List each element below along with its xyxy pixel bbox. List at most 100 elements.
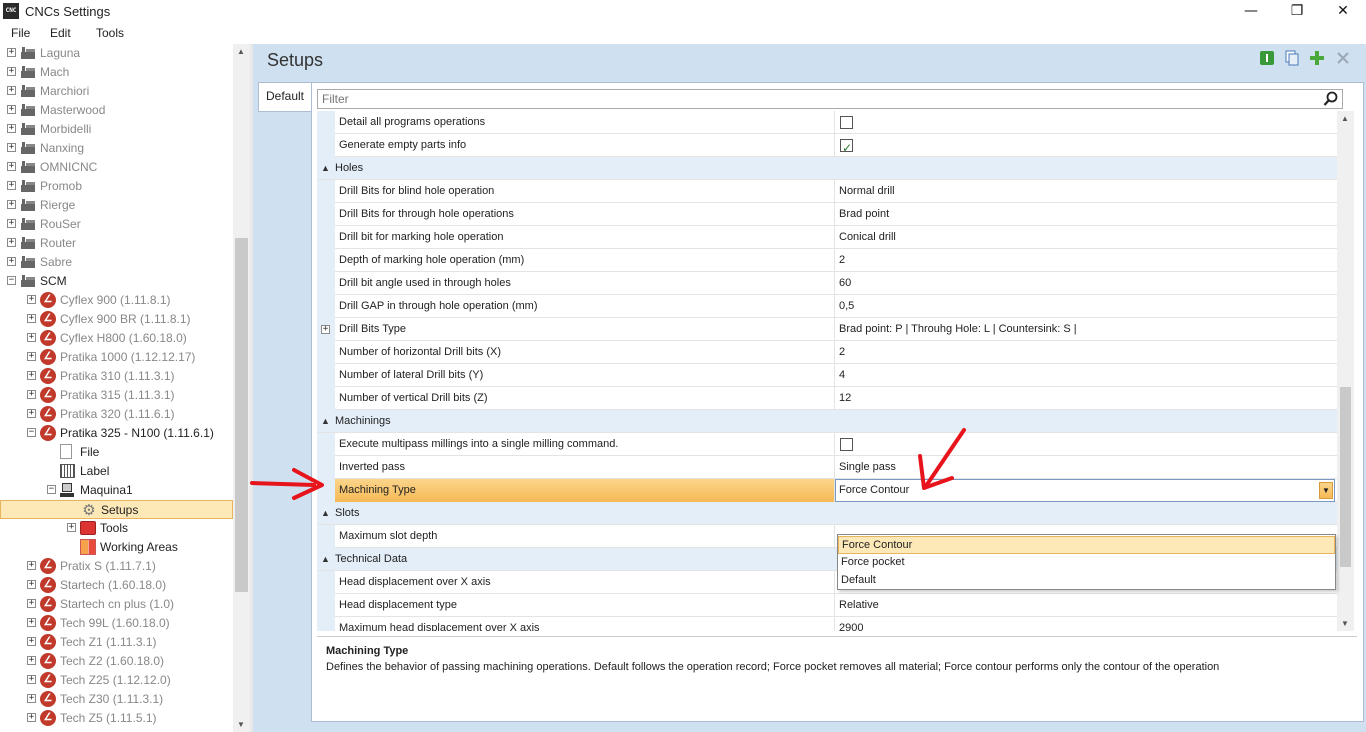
maximize-button[interactable]: ❐ <box>1274 0 1320 23</box>
property-row[interactable]: Drill GAP in through hole operation (mm)… <box>317 295 1337 318</box>
property-category[interactable]: ▲ Holes <box>317 157 1337 180</box>
expand-icon[interactable]: + <box>7 181 16 190</box>
dropdown-option-default[interactable]: Default <box>838 572 1335 590</box>
property-row[interactable]: Generate empty parts info <box>317 134 1337 159</box>
property-value[interactable]: 2 <box>835 249 1335 272</box>
tree-item[interactable]: + Rierge <box>0 196 233 215</box>
tree-item[interactable]: + ∠ Tech Z30 (1.11.3.1) <box>0 690 233 709</box>
tree-item[interactable]: − SCM <box>0 272 233 291</box>
property-value[interactable]: 60 <box>835 272 1335 295</box>
tree-item[interactable]: Working Areas <box>0 538 233 557</box>
filter-input[interactable] <box>318 90 1308 108</box>
tree-item[interactable]: + RouSer <box>0 215 233 234</box>
chevron-down-icon[interactable]: ▼ <box>1319 482 1333 499</box>
property-row[interactable]: Number of horizontal Drill bits (X) 2 <box>317 341 1337 364</box>
dropdown-option-force-pocket[interactable]: Force pocket <box>838 554 1335 572</box>
grid-scroll-thumb[interactable] <box>1340 387 1351 567</box>
property-checkbox[interactable] <box>840 438 853 451</box>
tree-item[interactable]: + Router <box>0 234 233 253</box>
expand-icon[interactable]: + <box>27 409 36 418</box>
machining-type-combo[interactable]: Force Contour ▼ <box>835 479 1335 502</box>
tree-item[interactable]: + Masterwood <box>0 101 233 120</box>
tree-item[interactable]: + Nanxing <box>0 139 233 158</box>
tree-scrollbar[interactable]: ▲ ▼ <box>233 44 250 732</box>
property-row[interactable]: + Drill Bits Type Brad point: P | Throuhg … <box>317 318 1337 341</box>
filter-field[interactable] <box>317 89 1343 109</box>
property-value[interactable]: 0,5 <box>835 295 1335 318</box>
add-icon[interactable] <box>1309 50 1325 66</box>
expand-icon[interactable]: + <box>27 333 36 342</box>
tree-item[interactable]: + Marchiori <box>0 82 233 101</box>
scroll-up-arrow-icon[interactable]: ▲ <box>1341 114 1349 123</box>
tree-item[interactable]: Label <box>0 462 233 481</box>
expand-icon[interactable]: + <box>7 238 16 247</box>
collapse-category-icon[interactable]: ▲ <box>321 548 330 570</box>
expand-icon[interactable]: + <box>7 67 16 76</box>
property-category[interactable]: ▲ Slots <box>317 502 1337 525</box>
tree-item[interactable]: ⚙ Setups <box>0 500 233 519</box>
expand-icon[interactable]: + <box>7 200 16 209</box>
property-row[interactable]: Drill Bits for blind hole operation Norma… <box>317 180 1337 203</box>
machining-type-dropdown[interactable]: Force Contour Force pocket Default <box>837 534 1336 590</box>
expand-icon[interactable]: + <box>27 314 36 323</box>
expand-icon[interactable]: + <box>27 295 36 304</box>
tree-item[interactable]: + OMNICNC <box>0 158 233 177</box>
expand-icon[interactable]: + <box>27 656 36 665</box>
collapse-icon[interactable]: − <box>47 485 56 494</box>
tree-item[interactable]: File <box>0 443 233 462</box>
property-row[interactable]: Detail all programs operations <box>317 111 1337 134</box>
expand-icon[interactable]: + <box>7 257 16 266</box>
property-checkbox[interactable] <box>840 116 853 129</box>
expand-icon[interactable]: + <box>7 124 16 133</box>
tree-item[interactable]: + Promob <box>0 177 233 196</box>
tree-item[interactable]: + ∠ Cyflex H800 (1.60.18.0) <box>0 329 233 348</box>
menu-file[interactable]: File <box>11 26 30 40</box>
expand-icon[interactable]: + <box>7 162 16 171</box>
property-value[interactable]: Relative <box>835 594 1335 617</box>
menu-tools[interactable]: Tools <box>96 26 124 40</box>
property-row[interactable]: Machining Type Force Contour ▼ <box>317 479 1337 502</box>
tree-item[interactable]: + ∠ Cyflex 900 (1.11.8.1) <box>0 291 233 310</box>
property-value[interactable]: Brad point: P | Throuhg Hole: L | Counte… <box>835 318 1335 341</box>
tree-item[interactable]: + Morbidelli <box>0 120 233 139</box>
menu-edit[interactable]: Edit <box>50 26 71 40</box>
collapse-category-icon[interactable]: ▲ <box>321 410 330 432</box>
tree-item[interactable]: + ∠ Tech Z1 (1.11.3.1) <box>0 633 233 652</box>
property-row[interactable]: Drill bit angle used in through holes 60 <box>317 272 1337 295</box>
tree-item[interactable]: + ∠ Tech Z25 (1.12.12.0) <box>0 671 233 690</box>
scroll-up-arrow-icon[interactable]: ▲ <box>237 47 245 56</box>
tab-default[interactable]: Default <box>258 82 311 112</box>
expand-icon[interactable]: + <box>27 599 36 608</box>
property-category[interactable]: ▲ Machinings <box>317 410 1337 433</box>
delete-icon[interactable] <box>1335 50 1351 66</box>
tree-item[interactable]: + ∠ Pratika 310 (1.11.3.1) <box>0 367 233 386</box>
tree-item[interactable]: + Sabre <box>0 253 233 272</box>
expand-icon[interactable]: + <box>67 523 76 532</box>
property-value[interactable]: 4 <box>835 364 1335 387</box>
expand-icon[interactable]: + <box>27 352 36 361</box>
expand-icon[interactable]: + <box>27 694 36 703</box>
minimize-button[interactable]: — <box>1228 0 1274 23</box>
collapse-category-icon[interactable]: ▲ <box>321 157 330 179</box>
tree-item[interactable]: + Tools <box>0 519 233 538</box>
collapse-category-icon[interactable]: ▲ <box>321 502 330 524</box>
grid-scrollbar[interactable]: ▲ ▼ <box>1337 111 1354 631</box>
tree-item[interactable]: + ∠ Startech cn plus (1.0) <box>0 595 233 614</box>
collapse-icon[interactable]: − <box>27 428 36 437</box>
expand-icon[interactable]: + <box>27 713 36 722</box>
property-row[interactable]: Depth of marking hole operation (mm) 2 <box>317 249 1337 272</box>
expand-icon[interactable]: + <box>27 675 36 684</box>
expand-icon[interactable]: + <box>27 637 36 646</box>
property-value[interactable]: 2900 <box>835 617 1335 631</box>
property-value[interactable]: Brad point <box>835 203 1335 226</box>
property-value[interactable]: Normal drill <box>835 180 1335 203</box>
search-icon[interactable] <box>1323 91 1339 107</box>
tree-item[interactable]: + ∠ Cyflex 900 BR (1.11.8.1) <box>0 310 233 329</box>
expand-icon[interactable]: + <box>27 371 36 380</box>
tree-item[interactable]: + ∠ Pratix S (1.11.7.1) <box>0 557 233 576</box>
property-row[interactable]: Head displacement type Relative <box>317 594 1337 617</box>
property-value[interactable]: Single pass <box>835 456 1335 479</box>
info-icon[interactable] <box>1259 50 1275 66</box>
property-value[interactable]: 2 <box>835 341 1335 364</box>
expand-icon[interactable]: + <box>321 325 330 334</box>
